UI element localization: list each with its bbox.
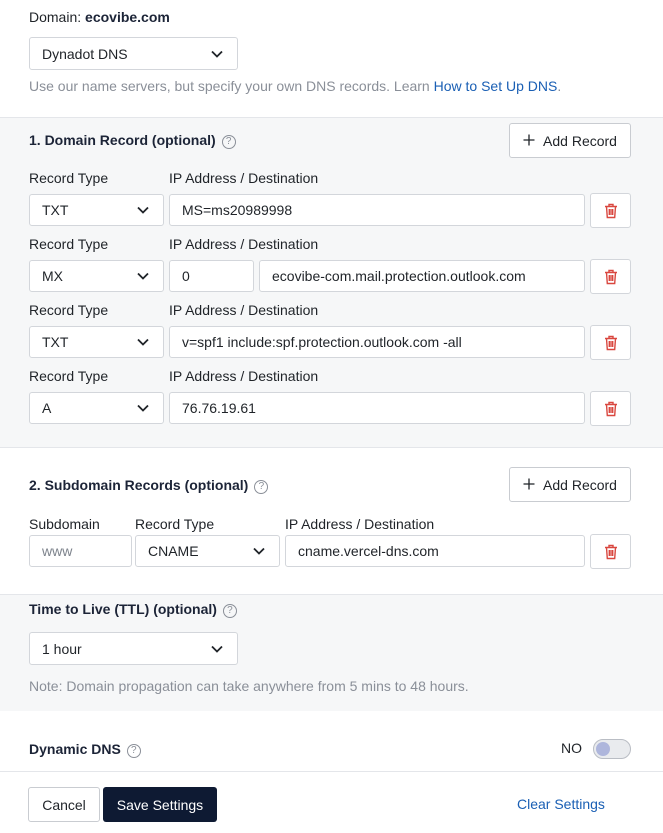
- destination-input[interactable]: ecovibe-com.mail.protection.outlook.com: [259, 260, 585, 292]
- delete-record-button[interactable]: [590, 193, 631, 228]
- ttl-title: Time to Live (TTL) (optional)?: [29, 601, 237, 618]
- priority-input[interactable]: 0: [169, 260, 254, 292]
- subdomain-records-title-text: 2. Subdomain Records (optional): [29, 477, 249, 493]
- cancel-button[interactable]: Cancel: [28, 787, 100, 822]
- add-subdomain-record-button[interactable]: Add Record: [509, 467, 631, 502]
- add-record-label: Add Record: [543, 476, 617, 493]
- domain-records-title-text: 1. Domain Record (optional): [29, 132, 216, 148]
- chevron-down-icon: [209, 641, 225, 657]
- plus-icon: [523, 133, 535, 149]
- toggle-knob: [596, 742, 610, 756]
- save-settings-button[interactable]: Save Settings: [103, 787, 217, 822]
- destination-label: IP Address / Destination: [285, 516, 435, 532]
- subdomain-records-title: 2. Subdomain Records (optional)?: [29, 477, 269, 494]
- destination-value: v=spf1 include:spf.protection.outlook.co…: [182, 334, 462, 350]
- domain-records-title: 1. Domain Record (optional)?: [29, 132, 236, 149]
- dns-type-value: Dynadot DNS: [42, 45, 128, 62]
- destination-label: IP Address / Destination: [169, 302, 319, 318]
- chevron-down-icon: [135, 202, 151, 218]
- record-type-select[interactable]: TXT: [29, 326, 164, 358]
- chevron-down-icon: [135, 268, 151, 284]
- destination-label: IP Address / Destination: [169, 236, 319, 252]
- record-type-label: Record Type: [29, 236, 109, 252]
- ttl-note: Note: Domain propagation can take anywhe…: [29, 678, 469, 694]
- ttl-value: 1 hour: [42, 640, 82, 657]
- priority-value: 0: [182, 268, 190, 284]
- dynamic-dns-toggle[interactable]: [593, 739, 631, 759]
- destination-value: cname.vercel-dns.com: [298, 543, 439, 559]
- chevron-down-icon: [135, 334, 151, 350]
- record-type-label: Record Type: [135, 516, 215, 532]
- record-type-label: Record Type: [29, 302, 109, 318]
- ttl-select[interactable]: 1 hour: [29, 632, 238, 665]
- destination-value: MS=ms20989998: [182, 202, 293, 218]
- trash-icon: [604, 544, 617, 559]
- chevron-down-icon: [135, 400, 151, 416]
- plus-icon: [523, 477, 535, 493]
- dynamic-dns-title-text: Dynamic DNS: [29, 741, 121, 757]
- trash-icon: [604, 203, 617, 218]
- chevron-down-icon: [251, 543, 267, 559]
- record-type-value: TXT: [42, 334, 69, 350]
- trash-icon: [604, 335, 617, 350]
- destination-label: IP Address / Destination: [169, 368, 319, 384]
- dynamic-dns-state: NO: [561, 740, 582, 756]
- record-type-select[interactable]: MX: [29, 260, 164, 292]
- question-circle-icon[interactable]: ?: [254, 479, 269, 494]
- destination-input[interactable]: MS=ms20989998: [169, 194, 585, 226]
- domain-name: ecovibe.com: [85, 9, 170, 25]
- dns-note-suffix: .: [557, 78, 562, 94]
- record-type-select[interactable]: A: [29, 392, 164, 424]
- question-circle-icon[interactable]: ?: [222, 603, 237, 618]
- question-circle-icon[interactable]: ?: [126, 743, 141, 758]
- question-circle-icon[interactable]: ?: [221, 134, 236, 149]
- destination-input[interactable]: cname.vercel-dns.com: [285, 535, 585, 567]
- record-type-label: Record Type: [29, 170, 109, 186]
- domain-title: Domain: ecovibe.com: [29, 9, 170, 25]
- dns-type-select[interactable]: Dynadot DNS: [29, 37, 238, 70]
- dynamic-dns-title: Dynamic DNS?: [29, 741, 141, 758]
- delete-record-button[interactable]: [590, 259, 631, 294]
- record-type-value: CNAME: [148, 543, 199, 559]
- add-domain-record-button[interactable]: Add Record: [509, 123, 631, 158]
- destination-label: IP Address / Destination: [169, 170, 319, 186]
- trash-icon: [604, 401, 617, 416]
- add-record-label: Add Record: [543, 132, 617, 149]
- domain-label: Domain:: [29, 9, 82, 25]
- divider: [0, 771, 663, 772]
- delete-record-button[interactable]: [590, 534, 631, 569]
- setup-dns-link[interactable]: How to Set Up DNS: [434, 78, 558, 94]
- record-type-value: MX: [42, 268, 63, 284]
- divider: [0, 117, 663, 118]
- clear-settings-link[interactable]: Clear Settings: [517, 796, 605, 812]
- destination-value: 76.76.19.61: [182, 400, 256, 416]
- subdomain-placeholder: www: [42, 543, 73, 559]
- dns-note-text: Use our name servers, but specify your o…: [29, 78, 430, 94]
- record-type-value: A: [42, 400, 52, 416]
- chevron-down-icon: [209, 46, 225, 62]
- delete-record-button[interactable]: [590, 325, 631, 360]
- subdomain-input[interactable]: www: [29, 535, 132, 567]
- dns-note: Use our name servers, but specify your o…: [29, 78, 561, 94]
- destination-input[interactable]: v=spf1 include:spf.protection.outlook.co…: [169, 326, 585, 358]
- destination-value: ecovibe-com.mail.protection.outlook.com: [272, 268, 526, 284]
- subdomain-label: Subdomain: [29, 516, 100, 532]
- record-type-label: Record Type: [29, 368, 109, 384]
- record-type-value: TXT: [42, 202, 69, 218]
- trash-icon: [604, 269, 617, 284]
- record-type-select[interactable]: CNAME: [135, 535, 280, 567]
- delete-record-button[interactable]: [590, 391, 631, 426]
- record-type-select[interactable]: TXT: [29, 194, 164, 226]
- ttl-title-text: Time to Live (TTL) (optional): [29, 601, 217, 617]
- destination-input[interactable]: 76.76.19.61: [169, 392, 585, 424]
